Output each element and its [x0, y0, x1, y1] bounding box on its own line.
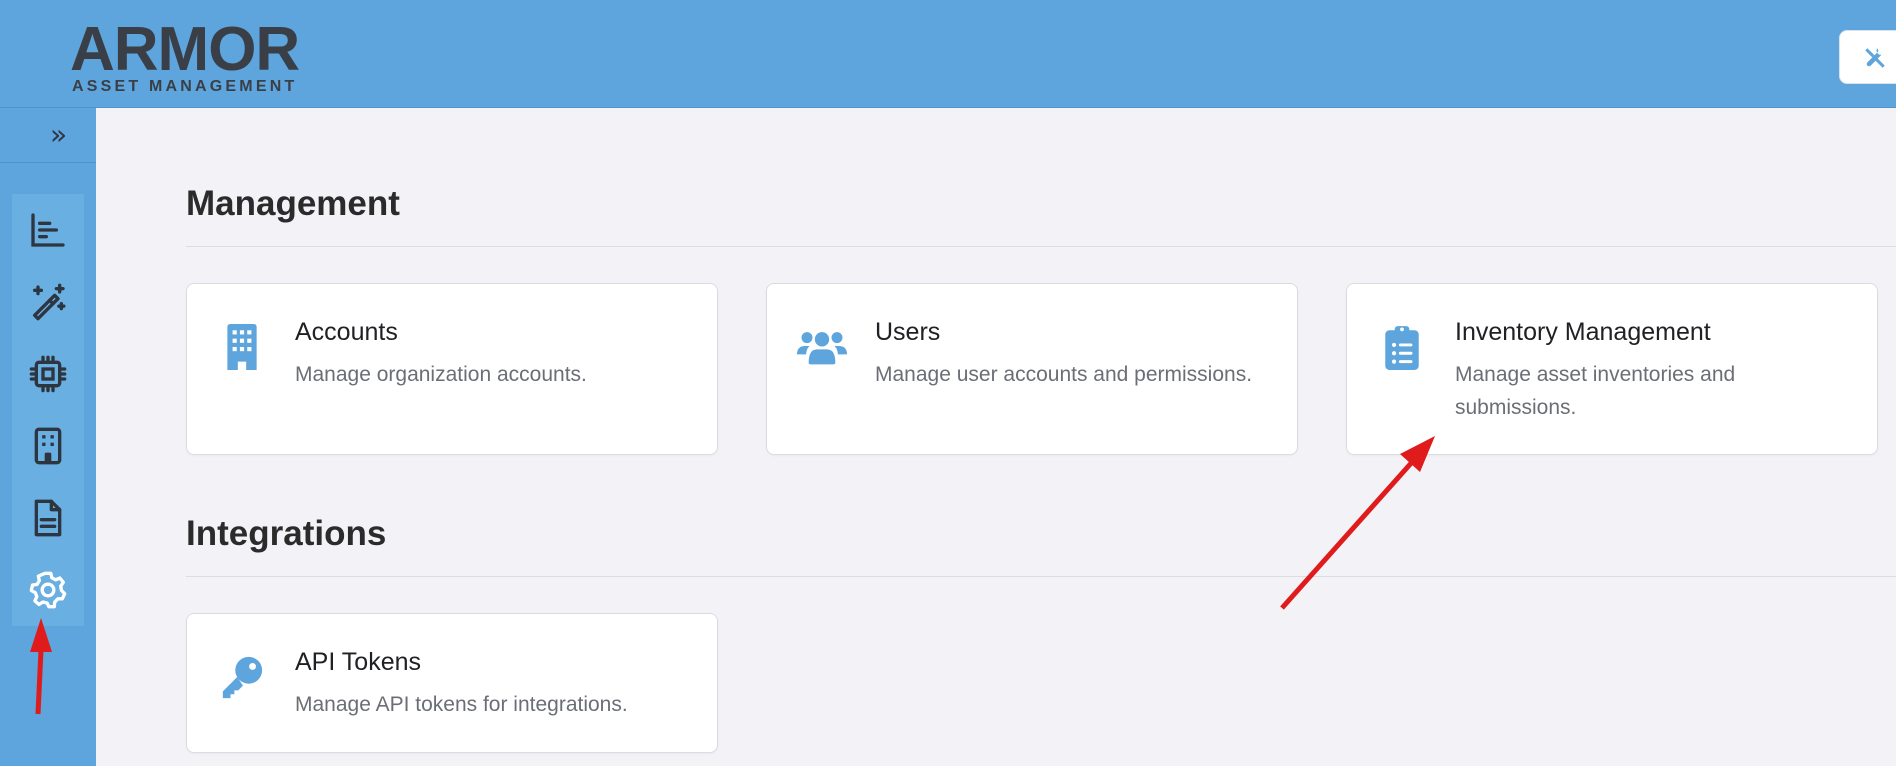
clipboard-list-icon: [1385, 326, 1419, 370]
card-title: Inventory Management: [1455, 318, 1711, 346]
sidebar-item-reports[interactable]: [12, 482, 84, 554]
card-api-tokens[interactable]: API Tokens Manage API tokens for integra…: [186, 613, 718, 753]
key-icon: [222, 656, 263, 699]
section-title-management: Management: [186, 184, 400, 223]
logo-text: ARMOR: [70, 15, 300, 84]
document-icon: [34, 499, 62, 537]
sidebar-item-organizations[interactable]: [12, 410, 84, 482]
tools-icon: [1865, 48, 1885, 68]
card-users[interactable]: Users Manage user accounts and permissio…: [766, 283, 1298, 455]
sidebar: »: [0, 108, 96, 766]
section-divider: [186, 576, 1896, 577]
section-divider: [186, 246, 1896, 247]
card-inventory-management[interactable]: Inventory Management Manage asset invent…: [1346, 283, 1878, 455]
cpu-chip-icon: [29, 355, 67, 393]
bar-chart-icon: [31, 213, 65, 247]
card-title: API Tokens: [295, 648, 422, 676]
double-chevron-right-icon: »: [50, 118, 68, 151]
card-description: Manage asset inventories and submissions…: [1455, 363, 1736, 419]
card-accounts[interactable]: Accounts Manage organization accounts.: [186, 283, 718, 455]
logo-subtitle: ASSET MANAGEMENT: [72, 78, 298, 95]
top-header: ARMOR ASSET MANAGEMENT: [0, 0, 1896, 108]
armor-logo[interactable]: ARMOR ASSET MANAGEMENT: [70, 18, 310, 96]
card-description: Manage organization accounts.: [295, 363, 587, 386]
tools-button[interactable]: [1839, 30, 1896, 84]
sidebar-item-wizard[interactable]: [12, 266, 84, 338]
main-content: Management Accounts Manage organization …: [96, 108, 1896, 766]
section-title-integrations: Integrations: [186, 514, 387, 553]
magic-wand-icon: [33, 283, 66, 321]
sidebar-expand-button[interactable]: »: [0, 108, 96, 163]
sidebar-item-devices[interactable]: [12, 338, 84, 410]
sidebar-item-dashboard[interactable]: [12, 194, 84, 266]
card-title: Users: [875, 318, 941, 346]
sidebar-item-settings[interactable]: [12, 554, 84, 626]
sidebar-nav: [12, 194, 84, 626]
gear-icon: [29, 571, 67, 609]
building-icon: [34, 427, 62, 465]
card-description: Manage user accounts and permissions.: [875, 363, 1253, 386]
card-title: Accounts: [295, 318, 398, 346]
building-icon: [227, 324, 257, 370]
card-description: Manage API tokens for integrations.: [295, 693, 628, 716]
users-icon: [797, 332, 847, 365]
